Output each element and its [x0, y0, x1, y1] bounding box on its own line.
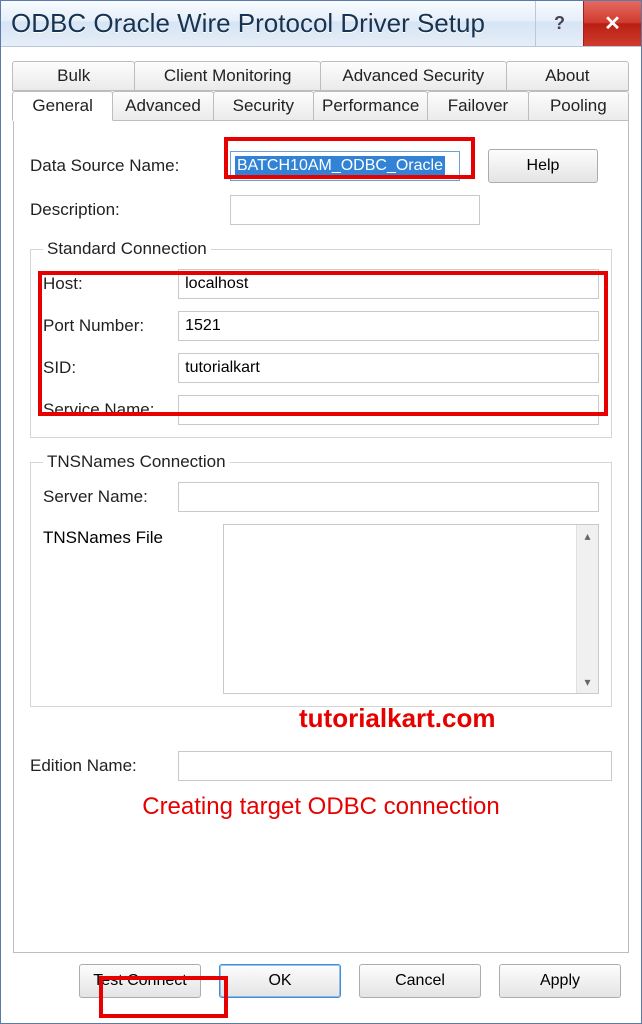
tab-about[interactable]: About — [506, 61, 629, 91]
dsn-input[interactable]: BATCH10AM_ODBC_Oracle — [230, 151, 460, 181]
description-input[interactable] — [230, 195, 480, 225]
window-title: ODBC Oracle Wire Protocol Driver Setup — [11, 8, 535, 39]
edition-name-input[interactable] — [178, 751, 612, 781]
host-input[interactable] — [178, 269, 599, 299]
caption-buttons: ? ✕ — [535, 1, 641, 46]
cancel-button[interactable]: Cancel — [359, 964, 481, 998]
sid-input[interactable] — [178, 353, 599, 383]
tab-pooling[interactable]: Pooling — [528, 91, 629, 121]
server-name-label: Server Name: — [43, 487, 178, 507]
dsn-value: BATCH10AM_ODBC_Oracle — [235, 156, 445, 176]
tab-general[interactable]: General — [12, 91, 113, 121]
standard-connection-legend: Standard Connection — [43, 239, 211, 259]
service-name-input[interactable] — [178, 395, 599, 425]
chevron-up-icon[interactable]: ▴ — [584, 529, 590, 543]
dialog-window: ODBC Oracle Wire Protocol Driver Setup ?… — [0, 0, 642, 1024]
apply-button[interactable]: Apply — [499, 964, 621, 998]
tab-advanced[interactable]: Advanced — [112, 91, 213, 121]
titlebar: ODBC Oracle Wire Protocol Driver Setup ?… — [1, 1, 641, 47]
host-label: Host: — [43, 274, 178, 294]
tnsnames-file-input[interactable]: ▴ ▾ — [223, 524, 599, 694]
dsn-label: Data Source Name: — [30, 156, 230, 176]
dialog-footer: Test Connect OK Cancel Apply — [1, 953, 641, 1023]
tab-performance[interactable]: Performance — [313, 91, 428, 121]
tab-client-monitoring[interactable]: Client Monitoring — [134, 61, 321, 91]
tab-strip: Bulk Client Monitoring Advanced Security… — [13, 61, 629, 121]
edition-name-label: Edition Name: — [30, 756, 178, 776]
port-input[interactable] — [178, 311, 599, 341]
tabpanel-general: Data Source Name: BATCH10AM_ODBC_Oracle … — [13, 120, 629, 953]
client-area: Bulk Client Monitoring Advanced Security… — [1, 47, 641, 953]
tab-advanced-security[interactable]: Advanced Security — [320, 61, 507, 91]
test-connect-button[interactable]: Test Connect — [79, 964, 201, 998]
server-name-input[interactable] — [178, 482, 599, 512]
tnsnames-connection-group: TNSNames Connection Server Name: TNSName… — [30, 452, 612, 707]
sid-label: SID: — [43, 358, 178, 378]
annotation-subtitle: Creating target ODBC connection — [30, 793, 612, 821]
help-icon[interactable]: ? — [535, 1, 583, 46]
ok-button[interactable]: OK — [219, 964, 341, 998]
close-icon[interactable]: ✕ — [583, 1, 641, 46]
tab-failover[interactable]: Failover — [427, 91, 528, 121]
description-label: Description: — [30, 200, 230, 220]
tnsnames-file-label: TNSNames File — [43, 524, 223, 694]
chevron-down-icon[interactable]: ▾ — [584, 675, 590, 689]
tnsnames-connection-legend: TNSNames Connection — [43, 452, 230, 472]
scrollbar[interactable]: ▴ ▾ — [576, 525, 598, 693]
tab-bulk[interactable]: Bulk — [12, 61, 135, 91]
help-button[interactable]: Help — [488, 149, 598, 183]
standard-connection-group: Standard Connection Host: Port Number: S… — [30, 239, 612, 438]
service-name-label: Service Name: — [43, 400, 178, 420]
port-label: Port Number: — [43, 316, 178, 336]
tab-security[interactable]: Security — [213, 91, 314, 121]
